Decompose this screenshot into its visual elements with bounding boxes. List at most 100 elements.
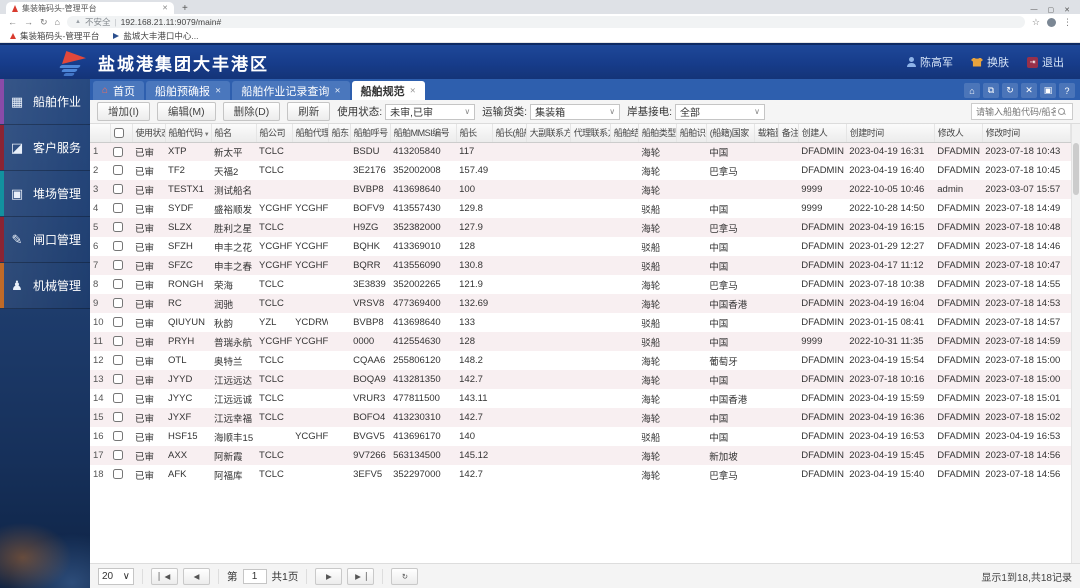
row-checkbox[interactable]	[113, 222, 123, 233]
close-icon[interactable]: ✕	[1021, 83, 1037, 98]
table-row[interactable]: 3 已审 TESTX1 测试船名 BVBP8 413698640 100 海轮 9999 2022…	[90, 180, 1071, 199]
tab-ship-specification[interactable]: 船舶规范 ✕	[351, 81, 425, 100]
column-header[interactable]: 使用状态	[132, 124, 166, 143]
tab-close-icon[interactable]: ✕	[215, 86, 221, 95]
current-user[interactable]: 陈高军	[906, 54, 953, 70]
add-button[interactable]: 增加(I)	[97, 102, 150, 121]
use-status-select[interactable]: 未审,已审 ∨	[385, 103, 476, 120]
refresh-icon[interactable]: ↻	[1002, 83, 1018, 98]
row-checkbox[interactable]	[113, 431, 123, 442]
table-row[interactable]: 18 已审 AFK 阿福库 TCLC 3EFV5 352297000 142.7 海轮 巴拿马 DF…	[90, 465, 1071, 484]
tab-close-icon[interactable]: ✕	[410, 86, 416, 95]
address-box[interactable]: ▲ 不安全 | 192.168.21.11:9079/main#	[66, 16, 1025, 28]
tab-ship-declaration[interactable]: 船舶预确报 ✕	[146, 81, 231, 100]
column-header[interactable]: 船舶代理	[292, 124, 329, 143]
page-number-input[interactable]	[242, 568, 267, 584]
row-checkbox[interactable]	[113, 184, 123, 195]
star-icon[interactable]: ☆	[1032, 17, 1040, 28]
row-checkbox[interactable]	[113, 165, 123, 176]
row-checkbox[interactable]	[113, 412, 123, 423]
reload-icon[interactable]: ↻	[40, 17, 48, 28]
scrollbar-thumb[interactable]	[1073, 143, 1079, 195]
table-row[interactable]: 14 已审 JYYC 江远远诚 TCLC VRUR3 477811500 143.11 海轮 中国…	[90, 389, 1071, 408]
table-row[interactable]: 5 已审 SLZX 胜利之星 TCLC H9ZG 352382000 127.9 海轮 巴拿马 DF…	[90, 218, 1071, 237]
back-icon[interactable]: ←	[8, 17, 17, 27]
table-row[interactable]: 7 已审 SFZC 申丰之春 YCGHF YCGHF BQRR 413556090 130.8 驳…	[90, 256, 1071, 275]
fullscreen-icon[interactable]: ⧉	[983, 83, 999, 98]
column-header[interactable]: 船舶结构	[610, 124, 639, 143]
column-header[interactable]: 船舶识别号	[676, 124, 707, 143]
row-checkbox[interactable]	[113, 260, 123, 271]
column-header[interactable]: 船长	[456, 124, 493, 143]
column-header[interactable]: 船舶代码 ▼	[165, 124, 212, 143]
next-page-button[interactable]: ▶	[315, 567, 343, 585]
bookmark-item[interactable]: 集装箱码头-管理平台	[10, 30, 99, 42]
sidebar-item-customer-service[interactable]: ◪ 客户服务	[0, 125, 90, 171]
row-checkbox[interactable]	[113, 241, 123, 252]
browser-tab[interactable]: 集装箱码头-管理平台 ✕	[6, 2, 174, 14]
table-row[interactable]: 1 已审 XTP 新太平 TCLC BSDU 413205840 117 海轮 中国 DFADMIN…	[90, 142, 1071, 161]
column-header[interactable]: 创建时间	[846, 124, 935, 143]
row-checkbox[interactable]	[113, 146, 123, 157]
row-checkbox[interactable]	[113, 469, 123, 480]
table-row[interactable]: 10 已审 QIUYUN 秋韵 YZL YCDRWL BVBP8 413698640 133 驳船…	[90, 313, 1071, 332]
home-icon[interactable]: ⌂	[964, 83, 980, 98]
column-header[interactable]: 创建人	[798, 124, 847, 143]
sidebar-item-ship-operations[interactable]: ▦ 船舶作业	[0, 79, 90, 125]
row-checkbox[interactable]	[113, 279, 123, 290]
column-header[interactable]: 船公司	[256, 124, 293, 143]
row-checkbox[interactable]	[113, 450, 123, 461]
table-row[interactable]: 6 已审 SFZH 申丰之花 YCGHF YCGHF BQHK 413369010 128 驳船 中…	[90, 237, 1071, 256]
edit-button[interactable]: 编辑(M)	[156, 102, 216, 121]
sidebar-item-yard-management[interactable]: ▣ 堆场管理	[0, 171, 90, 217]
sidebar-item-machinery-management[interactable]: ♟ 机械管理	[0, 263, 90, 309]
page-size-select[interactable]: 20 ∨	[98, 567, 134, 585]
forward-icon[interactable]: →	[24, 17, 33, 27]
tab-close-icon[interactable]: ✕	[334, 86, 340, 95]
tab-ship-work-record-query[interactable]: 船舶作业记录查询 ✕	[232, 81, 350, 100]
table-row[interactable]: 12 已审 OTL 奥特兰 TCLC CQAA6 255806120 148.2 海轮 葡萄牙 DF…	[90, 351, 1071, 370]
logout-button[interactable]: ⇥ 退出	[1027, 54, 1064, 70]
column-header[interactable]: 船东	[328, 124, 351, 143]
column-header[interactable]: 船舶呼号	[350, 124, 391, 143]
tab-home[interactable]: ⌂ 首页	[93, 81, 145, 100]
bookmark-item[interactable]: 盐城大丰港口中心...	[113, 30, 198, 42]
table-row[interactable]: 15 已审 JYXF 江远幸福 TCLC BOFO4 413230310 142.7 海轮 中国 D…	[90, 408, 1071, 427]
tab-close-icon[interactable]: ✕	[162, 4, 168, 12]
prev-page-button[interactable]: ◀	[183, 567, 210, 585]
column-header[interactable]: 船舶类型	[638, 124, 677, 143]
minimize-button[interactable]: —	[1031, 6, 1038, 14]
column-header[interactable]: (船籍)国家	[706, 124, 755, 143]
sidebar-item-gate-management[interactable]: ✎ 闸口管理	[0, 217, 90, 263]
column-header[interactable]: 船长(船舶)	[492, 124, 527, 143]
column-header[interactable]: 代理联系方式	[570, 124, 611, 143]
delete-button[interactable]: 删除(D)	[222, 102, 281, 121]
cargo-type-select[interactable]: 集装箱 ∨	[530, 103, 621, 120]
row-checkbox[interactable]	[113, 393, 123, 404]
refresh-button[interactable]: 刷新	[287, 102, 331, 121]
table-row[interactable]: 4 已审 SYDF 盛裕顺发 YCGHF YCGHF BOFV9 413557430 129.8…	[90, 199, 1071, 218]
row-checkbox[interactable]	[113, 355, 123, 366]
vertical-scrollbar[interactable]	[1071, 124, 1080, 563]
row-checkbox[interactable]	[113, 317, 123, 328]
first-page-button[interactable]: ▏◀	[151, 567, 178, 585]
column-header[interactable]: 大副联系方式	[526, 124, 571, 143]
column-header[interactable]: 修改时间	[982, 124, 1072, 143]
table-row[interactable]: 8 已审 RONGH 荣海 TCLC 3E3839 352002265 121.9 海轮 巴拿马 D…	[90, 275, 1071, 294]
new-tab-button[interactable]: +	[174, 3, 196, 14]
snapshot-icon[interactable]: ▣	[1040, 83, 1056, 98]
search-icon[interactable]	[1058, 108, 1065, 115]
maximize-button[interactable]: ▢	[1048, 6, 1055, 14]
table-row[interactable]: 17 已审 AXX 阿新霞 TCLC 9V7266 563134500 145.12 海轮 新加坡…	[90, 446, 1071, 465]
table-row[interactable]: 16 已审 HSF15 海顺丰15 YCGHF BVGV5 413696170 140 驳船 中国…	[90, 427, 1071, 446]
reload-page-button[interactable]: ↻	[391, 567, 419, 585]
column-header[interactable]: 修改人	[934, 124, 983, 143]
row-checkbox[interactable]	[113, 203, 123, 214]
browser-menu-icon[interactable]: ⋮	[1063, 17, 1072, 28]
last-page-button[interactable]: ▶▕	[347, 567, 375, 585]
select-all-checkbox[interactable]	[113, 128, 124, 139]
row-checkbox[interactable]	[113, 336, 123, 347]
help-icon[interactable]: ?	[1059, 83, 1075, 98]
home-icon[interactable]: ⌂	[55, 17, 60, 27]
table-row[interactable]: 11 已审 PRYH 普瑞永航 YCGHF YCGHF 0000 412554630 128 驳船…	[90, 332, 1071, 351]
